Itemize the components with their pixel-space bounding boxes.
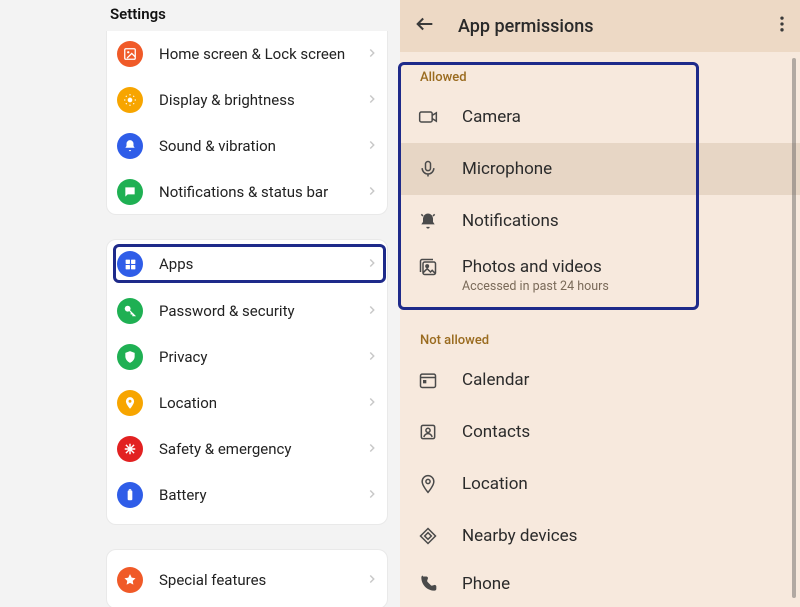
permission-row-camera[interactable]: Camera [400, 91, 800, 143]
chevron-right-icon [365, 255, 379, 274]
pin-outline-icon [418, 474, 438, 494]
chevron-right-icon [365, 183, 379, 202]
diamond-icon [418, 526, 438, 546]
sun-icon [117, 87, 143, 113]
permission-row-label: Photos and videos [462, 257, 609, 277]
chevron-right-icon [365, 348, 379, 367]
settings-item-apps[interactable]: Apps [107, 240, 387, 288]
permission-row-phone[interactable]: Phone [400, 562, 800, 606]
bell-icon [117, 133, 143, 159]
image-icon [117, 41, 143, 67]
settings-item-notifications-status[interactable]: Notifications & status bar [107, 169, 387, 215]
chevron-right-icon [365, 394, 379, 413]
permission-row-location[interactable]: Location [400, 458, 800, 510]
settings-item-label: Battery [159, 486, 365, 504]
contacts-icon [418, 422, 438, 442]
settings-item-label: Password & security [159, 302, 365, 320]
app-permissions-header: App permissions [400, 0, 800, 52]
settings-item-safety-emergency[interactable]: Safety & emergency [107, 426, 387, 472]
settings-item-label: Notifications & status bar [159, 183, 365, 201]
settings-item-display-brightness[interactable]: Display & brightness [107, 77, 387, 123]
settings-item-password-security[interactable]: Password & security [107, 288, 387, 334]
more-options-icon[interactable] [772, 14, 792, 38]
settings-group-display: Home screen & Lock screen Display & brig… [106, 31, 388, 215]
permission-row-subtext: Accessed in past 24 hours [462, 279, 609, 294]
settings-item-label: Sound & vibration [159, 137, 365, 155]
permission-row-notifications[interactable]: Notifications [400, 195, 800, 247]
phone-icon [418, 574, 438, 594]
permission-row-nearby[interactable]: Nearby devices [400, 510, 800, 562]
permission-row-calendar[interactable]: Calendar [400, 354, 800, 406]
message-icon [117, 179, 143, 205]
chevron-right-icon [365, 440, 379, 459]
settings-header: Settings [106, 0, 400, 28]
star-icon [117, 567, 143, 593]
permission-row-label: Phone [462, 574, 510, 594]
settings-item-label: Safety & emergency [159, 440, 365, 458]
asterisk-icon [117, 436, 143, 462]
calendar-icon [418, 370, 438, 390]
settings-item-special-features[interactable]: Special features [107, 550, 387, 607]
settings-item-label: Apps [159, 255, 365, 273]
allowed-section-label: Allowed [400, 52, 800, 91]
scrollbar[interactable] [792, 58, 796, 598]
camera-icon [418, 107, 438, 127]
settings-item-sound-vibration[interactable]: Sound & vibration [107, 123, 387, 169]
permission-row-label: Contacts [462, 422, 530, 442]
permission-row-microphone[interactable]: Microphone [400, 143, 800, 195]
permission-row-label: Microphone [462, 159, 552, 179]
back-arrow-icon[interactable] [414, 13, 436, 39]
settings-title: Settings [106, 5, 166, 23]
battery-icon [117, 482, 143, 508]
not-allowed-section-label: Not allowed [400, 305, 800, 354]
settings-item-privacy[interactable]: Privacy [107, 334, 387, 380]
mic-icon [418, 159, 438, 179]
chevron-right-icon [365, 45, 379, 64]
settings-group-system: Apps Password & security Privacy Locatio… [106, 239, 388, 525]
settings-item-label: Display & brightness [159, 91, 365, 109]
settings-item-label: Location [159, 394, 365, 412]
permission-row-contacts[interactable]: Contacts [400, 406, 800, 458]
apps-grid-icon [117, 251, 143, 277]
app-permissions-panel: App permissions Allowed Camera Microphon… [400, 0, 800, 607]
permission-row-label: Nearby devices [462, 526, 577, 546]
gallery-icon [418, 257, 438, 277]
chevron-right-icon [365, 571, 379, 590]
permission-row-label: Notifications [462, 211, 559, 231]
chevron-right-icon [365, 91, 379, 110]
settings-item-label: Special features [159, 571, 365, 589]
chevron-right-icon [365, 302, 379, 321]
permission-row-label: Location [462, 474, 528, 494]
permission-row-photos-videos[interactable]: Photos and videos Accessed in past 24 ho… [400, 247, 800, 305]
settings-item-home-lock[interactable]: Home screen & Lock screen [107, 31, 387, 77]
settings-item-label: Privacy [159, 348, 365, 366]
chevron-right-icon [365, 486, 379, 505]
app-permissions-title: App permissions [458, 16, 772, 37]
key-icon [117, 298, 143, 324]
settings-item-location[interactable]: Location [107, 380, 387, 426]
permission-row-label: Camera [462, 107, 521, 127]
chevron-right-icon [365, 137, 379, 156]
settings-group-special: Special features [106, 549, 388, 607]
settings-item-label: Home screen & Lock screen [159, 45, 365, 63]
settings-item-battery[interactable]: Battery [107, 472, 387, 518]
shield-icon [117, 344, 143, 370]
permission-row-label: Calendar [462, 370, 529, 390]
pin-icon [117, 390, 143, 416]
settings-panel: Settings Home screen & Lock screen Displ… [0, 0, 400, 607]
bell-solid-icon [418, 211, 438, 231]
